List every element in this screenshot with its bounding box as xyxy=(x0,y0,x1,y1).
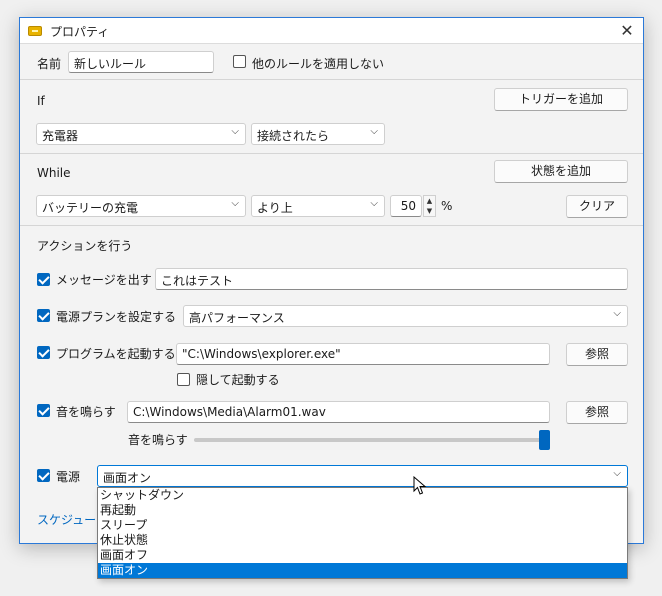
battery-app-icon xyxy=(28,26,42,36)
chevron-down-icon: ⌵ xyxy=(370,198,378,209)
trigger-source-select[interactable]: 充電器 ⌵ xyxy=(36,123,246,145)
no-other-rules-checkbox[interactable] xyxy=(233,55,246,68)
window-title: プロパティ xyxy=(50,25,110,39)
comparator-select[interactable]: より上 ⌵ xyxy=(251,195,385,217)
name-label: 名前 xyxy=(37,57,62,71)
comparator-value: より上 xyxy=(257,201,293,215)
chevron-down-icon: ⌵ xyxy=(231,198,239,209)
power-plan-select[interactable]: 高パフォーマンス ⌵ xyxy=(183,305,628,327)
message-label: メッセージを出す xyxy=(56,273,152,287)
power-plan-checkbox[interactable] xyxy=(37,309,50,322)
actions-header: アクションを行う xyxy=(37,239,133,253)
divider xyxy=(20,79,643,80)
title-bar[interactable]: プロパティ ✕ xyxy=(20,18,643,44)
sound-label: 音を鳴らす xyxy=(56,405,116,419)
volume-slider-thumb[interactable] xyxy=(538,430,550,450)
volume-slider-track[interactable] xyxy=(194,438,544,442)
dropdown-option-sleep[interactable]: スリープ xyxy=(98,518,627,533)
dropdown-option-screen-on[interactable]: 画面オン xyxy=(98,563,627,578)
sound-path-input[interactable]: C:\Windows\Media\Alarm01.wav xyxy=(127,401,550,423)
dropdown-option-hibernate[interactable]: 休止状態 xyxy=(98,533,627,548)
divider xyxy=(20,153,643,154)
chevron-down-icon: ⌵ xyxy=(613,468,621,479)
volume-label: 音を鳴らす xyxy=(128,433,188,447)
mouse-cursor-icon xyxy=(413,476,427,495)
if-label: If xyxy=(37,94,45,108)
spin-up-icon[interactable]: ▲ xyxy=(424,196,435,206)
sound-browse-button[interactable]: 参照 xyxy=(566,401,628,424)
percent-unit: % xyxy=(441,199,453,213)
power-action-value: 画面オン xyxy=(103,471,152,485)
chevron-down-icon: ⌵ xyxy=(613,308,621,319)
power-checkbox[interactable] xyxy=(37,469,50,482)
spin-down-icon[interactable]: ▼ xyxy=(424,206,435,216)
threshold-input[interactable]: 50 xyxy=(390,195,422,217)
add-state-button[interactable]: 状態を追加 xyxy=(494,160,628,183)
dropdown-option-restart[interactable]: 再起動 xyxy=(98,503,627,518)
condition-select[interactable]: バッテリーの充電 ⌵ xyxy=(36,195,246,217)
close-icon[interactable]: ✕ xyxy=(617,21,637,41)
power-action-select[interactable]: 画面オン ⌵ xyxy=(97,465,628,487)
dropdown-option-shutdown[interactable]: シャットダウン xyxy=(98,488,627,503)
chevron-down-icon: ⌵ xyxy=(370,126,378,137)
power-plan-label: 電源プランを設定する xyxy=(56,310,177,324)
condition-value: バッテリーの充電 xyxy=(42,201,139,215)
sound-checkbox[interactable] xyxy=(37,404,50,417)
trigger-state-select[interactable]: 接続されたら ⌵ xyxy=(251,123,385,145)
program-browse-button[interactable]: 参照 xyxy=(566,343,628,366)
program-label: プログラムを起動する xyxy=(56,347,176,361)
power-action-dropdown: シャットダウン 再起動 スリープ 休止状態 画面オフ 画面オン xyxy=(97,487,628,579)
clear-button[interactable]: クリア xyxy=(566,195,628,218)
rule-name-input[interactable]: 新しいルール xyxy=(68,51,214,73)
message-checkbox[interactable] xyxy=(37,273,50,286)
while-label: While xyxy=(37,166,71,180)
program-path-input[interactable]: "C:\Windows\explorer.exe" xyxy=(176,343,550,365)
trigger-state-value: 接続されたら xyxy=(257,129,330,143)
no-other-rules-label: 他のルールを適用しない xyxy=(252,57,385,71)
properties-window: プロパティ ✕ 名前 新しいルール 他のルールを適用しない If トリガーを追加… xyxy=(19,17,644,579)
hidden-launch-label: 隠して起動する xyxy=(196,373,280,387)
program-checkbox[interactable] xyxy=(37,346,50,359)
divider xyxy=(20,225,643,226)
hidden-launch-checkbox[interactable] xyxy=(177,373,190,386)
threshold-spinner[interactable]: ▲ ▼ xyxy=(423,195,436,217)
power-plan-value: 高パフォーマンス xyxy=(189,311,285,325)
power-label: 電源 xyxy=(56,470,81,484)
chevron-down-icon: ⌵ xyxy=(231,126,239,137)
add-trigger-button[interactable]: トリガーを追加 xyxy=(494,88,628,111)
dropdown-option-screen-off[interactable]: 画面オフ xyxy=(98,548,627,563)
message-input[interactable]: これはテスト xyxy=(155,268,628,290)
trigger-source-value: 充電器 xyxy=(42,129,79,143)
